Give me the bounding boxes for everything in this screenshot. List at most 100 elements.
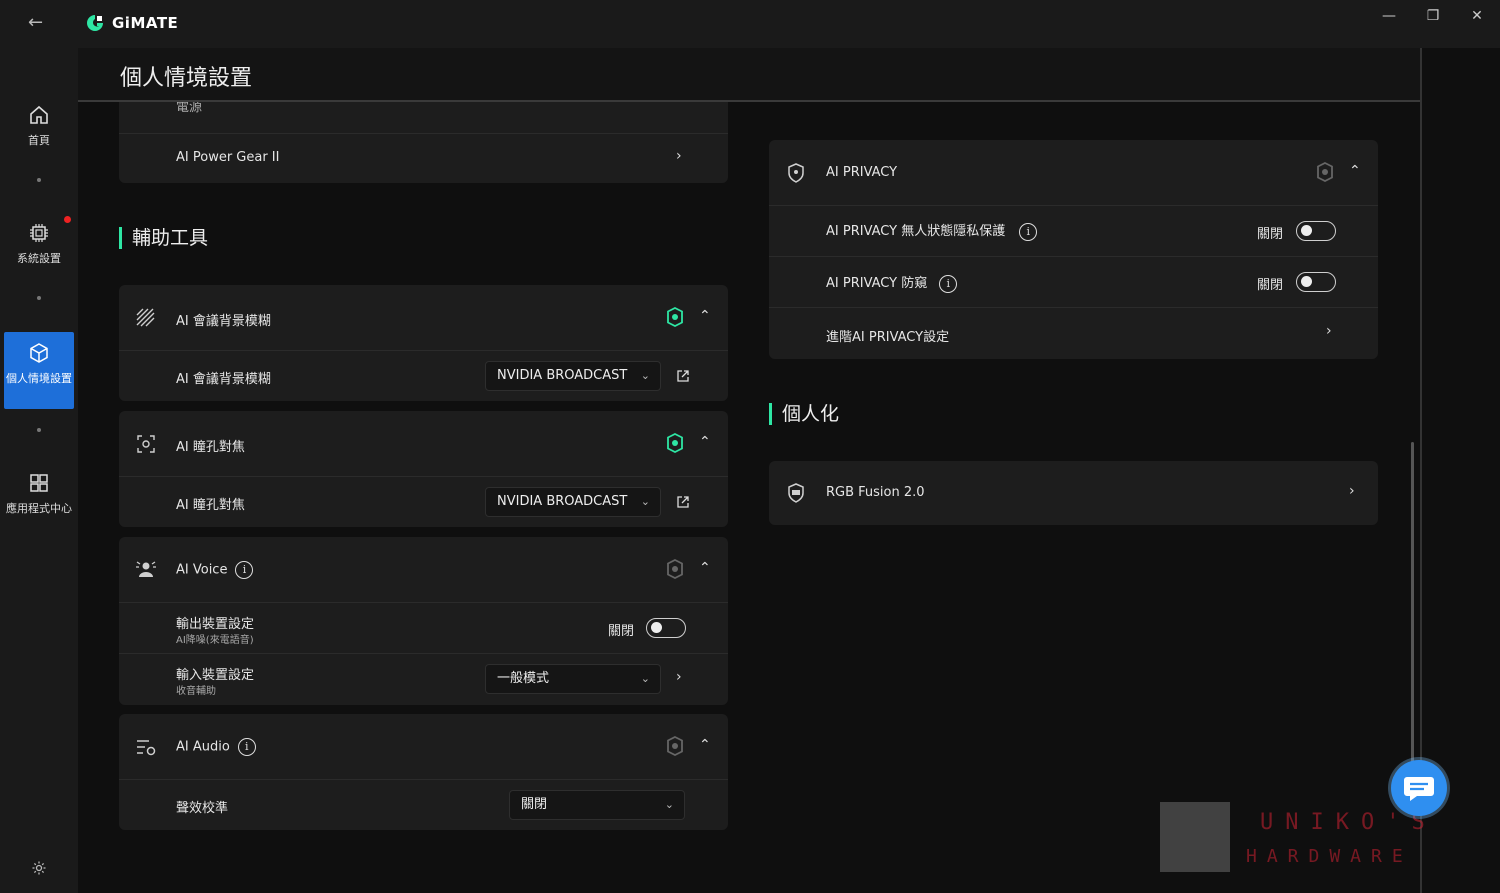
ai-privacy-header-label: AI PRIVACY <box>826 165 898 180</box>
ai-inactive-shield-icon <box>667 736 683 756</box>
chip-icon <box>30 224 48 242</box>
ai-eye-header-row[interactable]: AI 瞳孔對焦 ⌃ <box>119 411 728 477</box>
main-content: 電源 AI Power Gear II › 輔助工具 AI 會議背景模糊 ⌃ A… <box>78 102 1420 893</box>
chat-support-button[interactable] <box>1391 760 1447 816</box>
select-value: 關閉 <box>521 797 548 812</box>
sidebar-item-system[interactable]: 系統設置 <box>4 222 74 272</box>
privacy-absence-label: AI PRIVACY 無人狀態隱私保護 <box>826 224 1006 239</box>
chevron-up-icon[interactable]: ⌃ <box>699 560 711 576</box>
privacy-advanced-label: 進階AI PRIVACY設定 <box>826 330 950 345</box>
rgb-fusion-card[interactable]: RGB Fusion 2.0 › <box>769 461 1378 525</box>
privacy-peep: AI PRIVACY 防窺 i <box>826 272 958 293</box>
info-icon[interactable]: i <box>235 561 254 579</box>
ai-voice-header-label: AI Voice <box>176 562 228 578</box>
privacy-shield-icon <box>788 163 804 183</box>
output-device-row: 輸出裝置設定 AI降噪(來電語音) 關閉 <box>119 603 728 654</box>
output-device-label: 輸出裝置設定 <box>176 617 255 632</box>
ai-voice-card: AI Voice i ⌃ 輸出裝置設定 AI降噪(來電語音) 關閉 輸入裝置設定 … <box>119 537 728 705</box>
privacy-absence-toggle[interactable] <box>1296 221 1336 241</box>
info-icon[interactable]: i <box>939 274 958 293</box>
chevron-up-icon[interactable]: ⌃ <box>699 737 711 753</box>
scrollbar-thumb[interactable] <box>1411 442 1414 762</box>
sound-calibration-select[interactable]: 關閉 ⌄ <box>509 790 685 820</box>
privacy-absence-row: AI PRIVACY 無人狀態隱私保護 i 關閉 <box>769 206 1378 257</box>
ai-blur-card: AI 會議背景模糊 ⌃ AI 會議背景模糊 NVIDIA BROADCAST ⌄ <box>119 285 728 401</box>
title-bar: ← GiMATE — ❐ ✕ <box>0 0 1500 48</box>
privacy-peep-toggle[interactable] <box>1296 272 1336 292</box>
ai-eye-card: AI 瞳孔對焦 ⌃ AI 瞳孔對焦 NVIDIA BROADCAST ⌄ <box>119 411 728 527</box>
sidebar-item-label: 個人情境設置 <box>6 372 72 385</box>
privacy-absence-state: 關閉 <box>1257 227 1284 242</box>
chevron-right-icon[interactable]: › <box>676 669 682 685</box>
eye-provider-select[interactable]: NVIDIA BROADCAST ⌄ <box>485 487 661 517</box>
sidebar-item-label: 系統設置 <box>17 252 61 265</box>
input-device-label: 輸入裝置設定 <box>176 668 255 683</box>
sidebar-item-home[interactable]: 首頁 <box>4 104 74 154</box>
privacy-advanced-row[interactable]: 進階AI PRIVACY設定 › <box>769 308 1378 359</box>
power-card: 電源 AI Power Gear II › <box>119 102 728 183</box>
chevron-right-icon[interactable]: › <box>1326 323 1332 339</box>
ai-blur-header-row[interactable]: AI 會議背景模糊 ⌃ <box>119 285 728 351</box>
external-link-icon[interactable] <box>676 369 690 383</box>
ai-blur-row: AI 會議背景模糊 NVIDIA BROADCAST ⌄ <box>119 351 728 401</box>
select-value: NVIDIA BROADCAST <box>497 368 628 383</box>
ai-eye-row-label: AI 瞳孔對焦 <box>176 498 245 513</box>
blur-icon <box>136 308 155 327</box>
info-icon[interactable]: i <box>237 738 256 756</box>
ai-inactive-shield-icon <box>667 559 683 579</box>
output-device-toggle[interactable] <box>646 618 686 638</box>
app-name: GiMATE <box>112 14 179 32</box>
ai-eye-header-label: AI 瞳孔對焦 <box>176 440 245 455</box>
select-value: NVIDIA BROADCAST <box>497 494 628 509</box>
chevron-down-icon: ⌄ <box>640 369 650 382</box>
chevron-up-icon[interactable]: ⌃ <box>1349 163 1361 179</box>
minimize-button[interactable]: — <box>1374 6 1404 26</box>
privacy-peep-label: AI PRIVACY 防窺 <box>826 276 928 291</box>
ai-inactive-shield-icon <box>1317 162 1333 182</box>
ai-privacy-header-row[interactable]: AI PRIVACY ⌃ <box>769 140 1378 206</box>
app-logo: GiMATE <box>86 14 178 32</box>
restore-button[interactable]: ❐ <box>1418 6 1448 26</box>
output-toggle-state: 關閉 <box>608 624 635 639</box>
privacy-absence: AI PRIVACY 無人狀態隱私保護 i <box>826 220 1038 241</box>
audio-equalizer-icon <box>137 740 156 756</box>
sidebar-item-label: 應用程式中心 <box>6 502 72 515</box>
nav-separator-dot <box>37 428 41 432</box>
ai-voice-header-row[interactable]: AI Voice i ⌃ <box>119 537 728 603</box>
chevron-right-icon[interactable]: › <box>676 148 682 164</box>
sidebar-item-personal-scenario[interactable]: 個人情境設置 <box>4 332 74 409</box>
watermark-line2: HARDWARE <box>1246 846 1413 867</box>
page-header: 個人情境設置 <box>78 48 1420 102</box>
input-device-row: 輸入裝置設定 收音輔助 一般模式 ⌄ › <box>119 654 728 705</box>
external-link-icon[interactable] <box>676 495 690 509</box>
ai-eye-row: AI 瞳孔對焦 NVIDIA BROADCAST ⌄ <box>119 477 728 527</box>
sidebar-item-app-center[interactable]: 應用程式中心 <box>4 472 74 534</box>
ai-audio-header-row[interactable]: AI Audio i ⌃ <box>119 714 728 780</box>
eye-focus-icon <box>137 435 155 453</box>
info-icon[interactable]: i <box>1019 222 1038 241</box>
close-button[interactable]: ✕ <box>1462 6 1492 26</box>
nav-separator-dot <box>37 178 41 182</box>
voice-person-icon <box>136 561 156 577</box>
rgb-fusion-label: RGB Fusion 2.0 <box>826 485 925 500</box>
grid-icon <box>30 474 48 492</box>
chevron-down-icon: ⌄ <box>640 672 650 685</box>
cube-icon <box>30 343 48 363</box>
power-gear-row[interactable]: AI Power Gear II › <box>119 134 728 183</box>
back-arrow-icon[interactable]: ← <box>28 12 50 34</box>
settings-gear-icon[interactable] <box>31 860 47 876</box>
blur-provider-select[interactable]: NVIDIA BROADCAST ⌄ <box>485 361 661 391</box>
chevron-up-icon[interactable]: ⌃ <box>699 434 711 450</box>
chevron-down-icon: ⌄ <box>640 495 650 508</box>
ai-active-shield-icon <box>667 433 683 453</box>
chevron-up-icon[interactable]: ⌃ <box>699 308 711 324</box>
section-title-tools: 輔助工具 <box>119 227 208 249</box>
ai-audio-header-label: AI Audio <box>176 739 230 755</box>
section-title-personalization: 個人化 <box>769 403 839 425</box>
power-header-label: 電源 <box>176 102 203 115</box>
power-gear-label: AI Power Gear II <box>176 150 280 165</box>
input-mode-select[interactable]: 一般模式 ⌄ <box>485 664 661 694</box>
home-icon <box>30 105 48 124</box>
nav-separator-dot <box>37 296 41 300</box>
chevron-right-icon[interactable]: › <box>1349 483 1355 499</box>
